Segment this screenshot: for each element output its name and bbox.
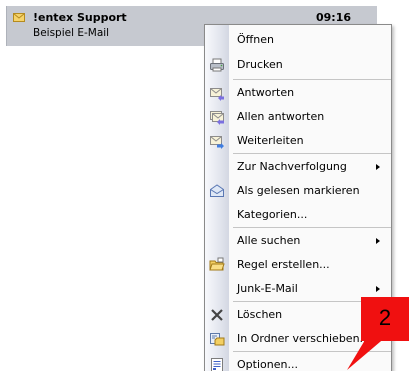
forward-icon	[209, 133, 225, 149]
menu-item-label: Löschen	[237, 308, 282, 321]
submenu-arrow-icon	[376, 286, 380, 292]
menu-item-follow-up[interactable]: Zur Nachverfolgung	[205, 155, 391, 179]
menu-item-mark-read[interactable]: Als gelesen markieren	[205, 179, 391, 203]
menu-item-label: Drucken	[237, 58, 283, 71]
menu-item-label: Optionen...	[237, 358, 298, 371]
menu-item-find-all[interactable]: Alle suchen	[205, 229, 391, 253]
menu-item-label: Junk-E-Mail	[237, 282, 298, 295]
menu-item-label: Allen antworten	[237, 110, 324, 123]
message-time: 09:16	[316, 11, 351, 24]
menu-separator	[233, 227, 391, 228]
rule-folder-icon	[209, 257, 225, 273]
menu-item-label: Zur Nachverfolgung	[237, 160, 347, 173]
menu-separator	[233, 153, 391, 154]
menu-item-create-rule[interactable]: Regel erstellen...	[205, 253, 391, 277]
menu-item-label: Alle suchen	[237, 234, 300, 247]
move-folder-icon	[209, 331, 225, 347]
mark-read-icon	[209, 183, 225, 199]
menu-item-label: Öffnen	[237, 33, 274, 46]
menu-item-label: Weiterleiten	[237, 134, 304, 147]
menu-item-forward[interactable]: Weiterleiten	[205, 129, 391, 153]
menu-item-label: Regel erstellen...	[237, 258, 330, 271]
reply-all-icon	[209, 109, 225, 125]
message-subject: Beispiel E-Mail	[33, 27, 109, 39]
menu-item-label: Kategorien...	[237, 208, 307, 221]
options-icon	[209, 357, 225, 371]
callout-badge: 2	[361, 297, 409, 341]
menu-item-label: Als gelesen markieren	[237, 184, 360, 197]
menu-item-reply-all[interactable]: Allen antworten	[205, 105, 391, 129]
message-list: !entex Support Beispiel E-Mail 09:16	[0, 0, 205, 370]
envelope-icon	[13, 12, 25, 21]
delete-icon	[209, 307, 225, 323]
menu-item-print[interactable]: Drucken	[205, 53, 391, 77]
submenu-arrow-icon	[376, 238, 380, 244]
menu-separator	[233, 79, 391, 80]
message-sender: !entex Support	[33, 11, 127, 24]
submenu-arrow-icon	[376, 164, 380, 170]
menu-item-reply[interactable]: Antworten	[205, 81, 391, 105]
printer-icon	[209, 57, 225, 73]
menu-item-label: Antworten	[237, 86, 294, 99]
reply-icon	[209, 85, 225, 101]
menu-item-open[interactable]: Öffnen	[205, 28, 391, 52]
menu-item-categories[interactable]: Kategorien...	[205, 203, 391, 227]
